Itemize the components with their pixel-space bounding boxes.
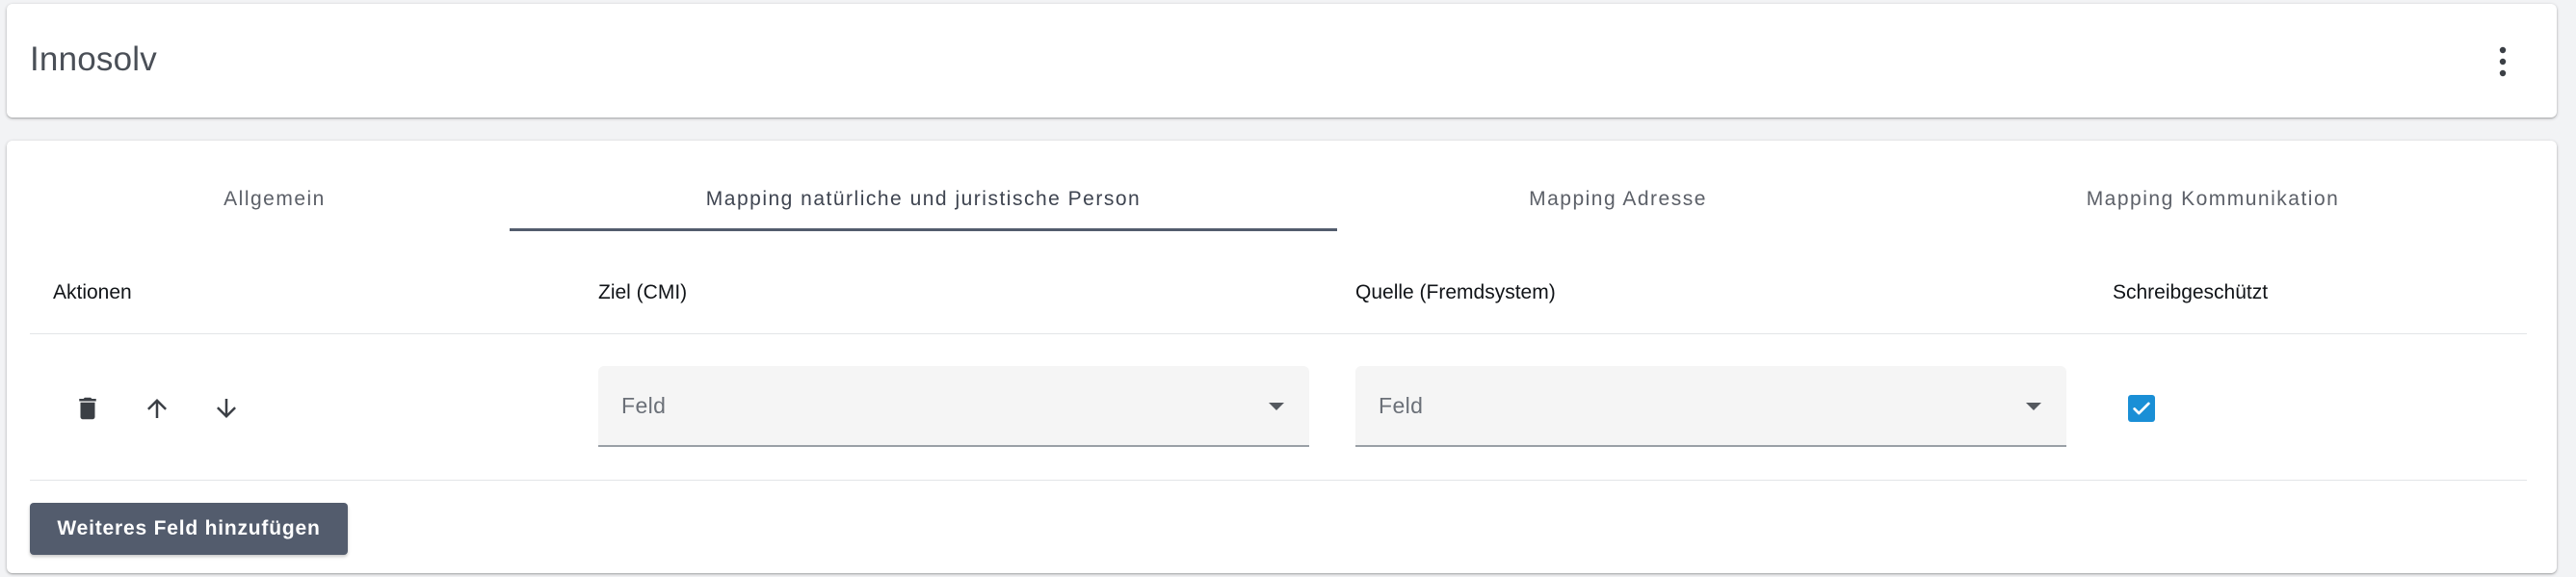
chevron-down-icon xyxy=(1269,403,1284,410)
target-field-select[interactable]: Feld xyxy=(598,366,1309,447)
mapping-panel: Allgemein Mapping natürliche und juristi… xyxy=(7,141,2557,573)
column-header-aktionen: Aktionen xyxy=(53,281,132,303)
more-options-button[interactable] xyxy=(2484,37,2522,87)
readonly-checkbox[interactable] xyxy=(2128,395,2155,422)
page-title: Innosolv xyxy=(30,40,157,78)
tab-mapping-person[interactable]: Mapping natürliche und juristische Perso… xyxy=(510,170,1337,231)
tab-mapping-kommunikation[interactable]: Mapping Kommunikation xyxy=(1899,170,2527,229)
tab-mapping-adresse[interactable]: Mapping Adresse xyxy=(1337,170,1899,229)
table-header-divider xyxy=(30,333,2527,334)
tab-allgemein[interactable]: Allgemein xyxy=(30,170,519,229)
add-field-button[interactable]: Weiteres Feld hinzufügen xyxy=(30,503,348,555)
arrow-up-icon xyxy=(147,399,167,418)
move-down-button[interactable] xyxy=(203,385,250,432)
delete-icon xyxy=(79,397,96,420)
table-row-divider xyxy=(30,480,2527,481)
column-header-schreibgeschuetzt: Schreibgeschützt xyxy=(2113,281,2269,303)
column-header-quelle: Quelle (Fremdsystem) xyxy=(1355,281,1556,303)
column-header-ziel: Ziel (CMI) xyxy=(598,281,688,303)
arrow-down-icon xyxy=(217,399,236,418)
source-field-placeholder: Feld xyxy=(1379,393,1424,418)
header-bar: Innosolv xyxy=(7,4,2557,118)
checkmark-icon xyxy=(2133,402,2150,415)
source-field-select[interactable]: Feld xyxy=(1355,366,2066,447)
tab-bar: Allgemein Mapping natürliche und juristi… xyxy=(7,170,2531,231)
chevron-down-icon xyxy=(2026,403,2041,410)
target-field-placeholder: Feld xyxy=(621,393,667,418)
more-vertical-icon xyxy=(2499,46,2507,77)
move-up-button[interactable] xyxy=(134,385,180,432)
delete-row-button[interactable] xyxy=(65,385,111,432)
